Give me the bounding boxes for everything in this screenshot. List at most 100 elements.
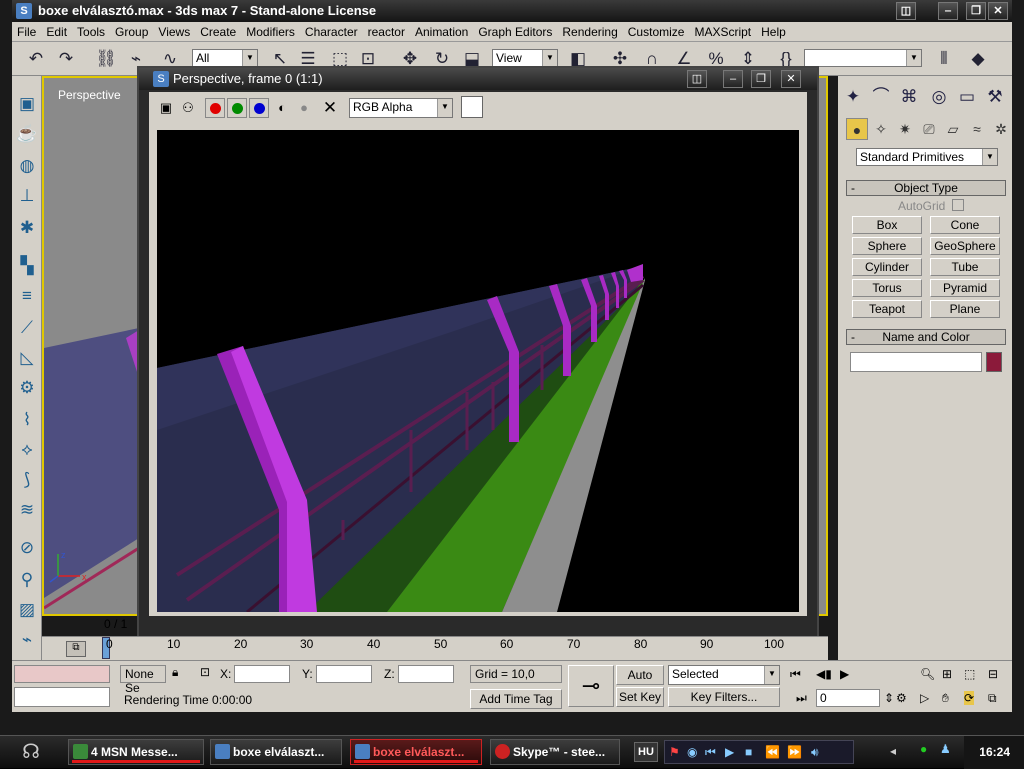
geometry-icon[interactable]: ● <box>846 118 868 140</box>
minimize-icon[interactable]: ‒ <box>938 2 958 20</box>
create-helper-icon[interactable]: ✱ <box>15 216 39 240</box>
menu-tools[interactable]: Tools <box>72 22 110 39</box>
menu-animation[interactable]: Animation <box>410 22 473 39</box>
taskbar-item-skype[interactable]: Skype™ - stee... <box>490 739 620 765</box>
key-mode-dropdown[interactable]: Selected ▼ <box>668 665 780 685</box>
object-type-rollout[interactable]: - Object Type <box>846 180 1006 196</box>
selection-filter-dropdown[interactable]: All ▼ <box>192 49 258 67</box>
key-mode-toggle-icon[interactable]: ⏭ <box>796 691 807 706</box>
object-color-swatch[interactable] <box>986 352 1002 372</box>
utilities-tab-icon[interactable]: ⚒ <box>982 84 1008 110</box>
taskbar-item-msn[interactable]: 4 MSN Messe... <box>68 739 204 765</box>
redo-icon[interactable]: ↷ <box>54 48 78 70</box>
menu-maxscript[interactable]: MAXScript <box>689 22 756 39</box>
pyramid-button[interactable]: Pyramid <box>930 279 1000 297</box>
biped-icon[interactable]: ⚲ <box>15 568 39 592</box>
messenger-tray-icon[interactable]: ● <box>920 742 927 756</box>
bend-modifier-icon[interactable]: ⟋ <box>15 316 39 340</box>
channel-display-dropdown[interactable]: RGB Alpha ▼ <box>349 98 453 118</box>
media-play-icon[interactable]: ▶ <box>725 745 734 759</box>
menu-graph-editors[interactable]: Graph Editors <box>473 22 557 39</box>
lock-selection-icon[interactable]: 🔒︎ <box>172 665 178 680</box>
media-volume-icon[interactable]: 🔊︎ <box>811 745 819 760</box>
tray-arrow-icon[interactable]: ◂ <box>890 744 896 758</box>
taper-modifier-icon[interactable]: ◺ <box>15 346 39 370</box>
motion-tab-icon[interactable]: ◎ <box>926 84 952 110</box>
zoom-extents-all-icon[interactable]: ⊟ <box>988 667 998 681</box>
wave-modifier-icon[interactable]: ≋ <box>15 498 39 522</box>
menu-customize[interactable]: Customize <box>623 22 690 39</box>
geosphere-button[interactable]: GeoSphere <box>930 237 1000 255</box>
flag-icon[interactable]: ⚑ <box>669 745 680 759</box>
time-configuration-icon[interactable]: ⚙ <box>896 691 907 705</box>
create-sphere-icon[interactable]: ◍ <box>15 154 39 178</box>
mirror-icon[interactable]: ⫴ <box>932 48 956 70</box>
set-key-button[interactable]: Set Key <box>616 687 664 707</box>
shapes-icon[interactable]: ✧ <box>870 118 892 140</box>
create-teapot-icon[interactable]: ☕ <box>15 122 39 146</box>
category-dropdown[interactable]: Standard Primitives ▼ <box>856 148 998 166</box>
material-icon[interactable]: ▚ <box>15 254 39 278</box>
clear-icon[interactable]: ✕ <box>321 99 339 117</box>
pan-icon[interactable]: ✋︎ <box>942 691 949 706</box>
menu-create[interactable]: Create <box>195 22 241 39</box>
maxscript-listener-pink[interactable] <box>14 665 110 683</box>
render-minimize-icon[interactable]: ‒ <box>723 70 743 88</box>
twist-modifier-icon[interactable]: ⚙ <box>15 376 39 400</box>
sphere-button[interactable]: Sphere <box>852 237 922 255</box>
zoom-extents-icon[interactable]: ⬚ <box>964 667 975 681</box>
render-restore-icon[interactable]: ◫ <box>687 70 707 88</box>
zoom-icon[interactable]: 🔍︎ <box>920 667 935 681</box>
undo-icon[interactable]: ↶ <box>24 48 48 70</box>
link-icon[interactable]: ⛓ <box>94 48 118 70</box>
autogrid-checkbox[interactable] <box>952 199 964 211</box>
media-stop-icon[interactable]: ■ <box>745 745 752 759</box>
monochrome-icon[interactable]: ● <box>295 99 313 117</box>
save-bitmap-icon[interactable]: ▣ <box>157 99 175 117</box>
plane-button[interactable]: Plane <box>930 300 1000 318</box>
maximize-icon[interactable]: ❐ <box>966 2 986 20</box>
media-forward-icon[interactable]: ⏩ <box>787 745 802 759</box>
reference-coordinate-dropdown[interactable]: View ▼ <box>492 49 558 67</box>
y-coordinate-field[interactable] <box>316 665 372 683</box>
cameras-icon[interactable]: ⎚ <box>918 118 940 140</box>
red-channel-button[interactable] <box>205 98 225 118</box>
cone-button[interactable]: Cone <box>930 216 1000 234</box>
x-coordinate-field[interactable] <box>234 665 290 683</box>
taskbar-item-3dsmax-1[interactable]: boxe elválaszt... <box>210 739 342 765</box>
render-maximize-icon[interactable]: ❐ <box>751 70 771 88</box>
tube-button[interactable]: Tube <box>930 258 1000 276</box>
blue-channel-button[interactable] <box>249 98 269 118</box>
taskbar-item-3dsmax-2[interactable]: boxe elválaszt... <box>350 739 482 765</box>
menu-edit[interactable]: Edit <box>41 22 72 39</box>
alpha-channel-icon[interactable]: ◐ <box>273 99 291 117</box>
key-filters-button[interactable]: Key Filters... <box>668 687 780 707</box>
current-frame-field[interactable]: 0 <box>816 689 880 707</box>
language-indicator[interactable]: HU <box>634 742 658 762</box>
menu-rendering[interactable]: Rendering <box>557 22 622 39</box>
cylinder-button[interactable]: Cylinder <box>852 258 922 276</box>
green-channel-button[interactable] <box>227 98 247 118</box>
box-button[interactable]: Box <box>852 216 922 234</box>
rope-icon[interactable]: ⌁ <box>15 628 39 652</box>
network-tray-icon[interactable]: ♟ <box>940 742 951 756</box>
timeline[interactable]: ⧉ 0 10 20 30 40 50 60 70 80 90 100 <box>42 636 828 660</box>
z-coordinate-field[interactable] <box>398 665 454 683</box>
object-name-field[interactable] <box>850 352 982 372</box>
menu-views[interactable]: Views <box>153 22 195 39</box>
frame-spinner-icon[interactable]: ⇕ <box>884 691 894 705</box>
auto-key-button[interactable]: Auto Key <box>616 665 664 700</box>
align-icon[interactable]: ◆ <box>966 48 990 70</box>
set-key-icon[interactable]: ⊸ <box>568 665 614 707</box>
menu-reactor[interactable]: reactor <box>363 22 410 39</box>
viewport-label[interactable]: Perspective <box>58 88 121 102</box>
cloth-icon[interactable]: ▨ <box>15 598 39 622</box>
deform-modifier-icon[interactable]: ⟆ <box>15 468 39 492</box>
modify-tab-icon[interactable]: ⌒ <box>868 84 894 110</box>
menu-character[interactable]: Character <box>300 22 363 39</box>
hierarchy-tab-icon[interactable]: ⌘ <box>896 84 922 110</box>
render-close-icon[interactable]: ✕ <box>781 70 801 88</box>
torus-button[interactable]: Torus <box>852 279 922 297</box>
media-rewind-icon[interactable]: ⏪ <box>765 745 780 759</box>
previous-frame-icon[interactable]: ◀▮ <box>816 667 832 681</box>
